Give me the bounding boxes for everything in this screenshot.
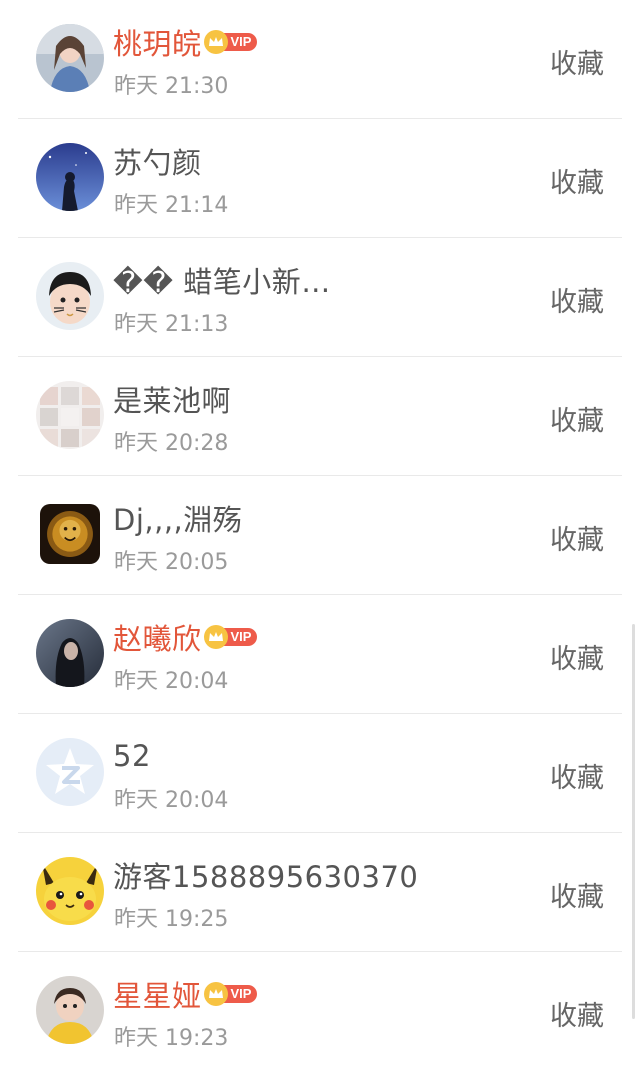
- visit-time: 昨天 21:13: [114, 312, 229, 337]
- list-item[interactable]: �� 蜡笔小新… 昨天 21:13 收藏: [18, 238, 622, 357]
- user-name: 桃玥皖: [113, 27, 202, 61]
- crown-icon: [203, 625, 228, 649]
- favorite-button[interactable]: 收藏: [550, 42, 604, 81]
- favorite-button[interactable]: 收藏: [550, 518, 604, 557]
- photo-gold-lion-icon: [40, 504, 100, 564]
- avatar[interactable]: [36, 262, 104, 330]
- name-line: 桃玥皖 VIP: [113, 22, 258, 62]
- favorite-button[interactable]: 收藏: [550, 399, 604, 438]
- name-line: 星星娅 VIP: [113, 974, 258, 1014]
- list-item[interactable]: 52 昨天 20:04 收藏: [18, 714, 622, 833]
- vip-badge: VIP: [203, 30, 258, 54]
- user-name: 是莱池啊: [113, 384, 232, 418]
- list-item[interactable]: 苏勺颜 昨天 21:14 收藏: [18, 119, 622, 238]
- photo-girl-blue-icon: [36, 24, 104, 92]
- avatar[interactable]: [36, 976, 104, 1044]
- visit-time: 昨天 20:04: [114, 788, 229, 813]
- user-name: 游客1588895630370: [113, 860, 419, 894]
- scrollbar[interactable]: [632, 624, 635, 1019]
- favorite-button[interactable]: 收藏: [550, 161, 604, 200]
- name-line: Dj,,,,淵殇: [113, 498, 242, 538]
- vip-label: VIP: [222, 985, 258, 1003]
- user-name: 52: [113, 739, 151, 773]
- visit-time: 昨天 19:25: [114, 907, 229, 932]
- vip-label: VIP: [222, 628, 258, 646]
- visit-time: 昨天 20:05: [114, 550, 229, 575]
- photo-child-icon: [36, 976, 104, 1044]
- avatar[interactable]: [36, 24, 104, 92]
- list-item[interactable]: Dj,,,,淵殇 昨天 20:05 收藏: [18, 476, 622, 595]
- favorite-button[interactable]: 收藏: [550, 280, 604, 319]
- favorite-button[interactable]: 收藏: [550, 637, 604, 676]
- visit-time: 昨天 21:30: [114, 74, 229, 99]
- avatar[interactable]: [36, 857, 104, 925]
- name-line: 赵曦欣 VIP: [113, 617, 258, 657]
- user-name: Dj,,,,淵殇: [113, 503, 243, 537]
- vip-badge: VIP: [203, 982, 258, 1006]
- list-item[interactable]: 桃玥皖 VIP 昨天 21:30 收藏: [18, 0, 622, 119]
- user-name: �� 蜡笔小新…: [113, 265, 331, 299]
- visit-time: 昨天 19:23: [114, 1026, 229, 1051]
- visit-time: 昨天 21:14: [114, 193, 229, 218]
- name-line: 是莱池啊: [113, 379, 231, 419]
- favorite-button[interactable]: 收藏: [550, 994, 604, 1033]
- avatar[interactable]: [36, 619, 104, 687]
- name-line: 52: [113, 736, 151, 776]
- default-avatar-icon: [36, 738, 104, 806]
- favorite-button[interactable]: 收藏: [550, 875, 604, 914]
- list-item[interactable]: 星星娅 VIP 昨天 19:23 收藏: [18, 952, 622, 1071]
- user-name: 星星娅: [113, 979, 202, 1013]
- photo-blue-night-icon: [36, 143, 104, 211]
- crown-icon: [203, 982, 228, 1006]
- name-line: 游客1588895630370: [113, 855, 418, 895]
- visit-time: 昨天 20:28: [114, 431, 229, 456]
- avatar[interactable]: [36, 738, 104, 806]
- photo-collage-icon: [36, 381, 104, 449]
- avatar[interactable]: [36, 381, 104, 449]
- visitor-list: 桃玥皖 VIP 昨天 21:30 收藏 苏勺颜 昨天 21:14 收藏 �� 蜡…: [18, 0, 622, 1071]
- name-line: �� 蜡笔小新…: [113, 260, 331, 300]
- favorite-button[interactable]: 收藏: [550, 756, 604, 795]
- name-line: 苏勺颜: [113, 141, 202, 181]
- visit-time: 昨天 20:04: [114, 669, 229, 694]
- avatar[interactable]: [40, 504, 100, 564]
- pikachu-avatar-icon: [36, 857, 104, 925]
- list-item[interactable]: 游客1588895630370 昨天 19:25 收藏: [18, 833, 622, 952]
- avatar[interactable]: [36, 143, 104, 211]
- user-name: 赵曦欣: [113, 622, 202, 656]
- user-name: 苏勺颜: [113, 146, 202, 180]
- photo-cartoon-boy-icon: [36, 262, 104, 330]
- photo-dark-girl-icon: [36, 619, 104, 687]
- list-item[interactable]: 赵曦欣 VIP 昨天 20:04 收藏: [18, 595, 622, 714]
- list-item[interactable]: 是莱池啊 昨天 20:28 收藏: [18, 357, 622, 476]
- crown-icon: [203, 30, 228, 54]
- vip-badge: VIP: [203, 625, 258, 649]
- vip-label: VIP: [222, 33, 258, 51]
